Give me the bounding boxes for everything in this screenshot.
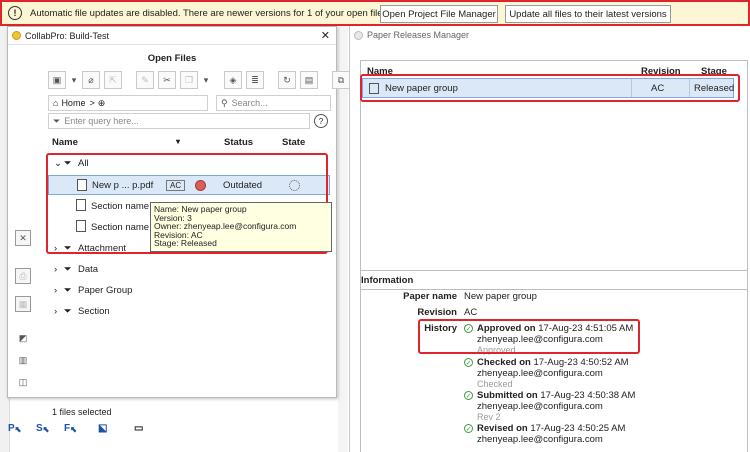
check-icon: ✓: [464, 424, 473, 433]
query-placeholder: Enter query here...: [64, 116, 139, 126]
tool-s-label: S: [36, 423, 43, 434]
tool-p-label: P: [8, 423, 15, 434]
info-exclamation-icon: !: [8, 6, 22, 20]
tree-row-paper-group[interactable]: › ⏷ Paper Group: [48, 280, 330, 300]
history-user: zhenyeap.lee@configura.com: [477, 368, 603, 379]
sort-arrow-icon[interactable]: ▾: [176, 137, 180, 146]
panel-title: Open Files: [147, 53, 197, 64]
paper-name-label: Paper name: [403, 291, 457, 302]
close-icon[interactable]: ✕: [321, 29, 330, 42]
select-area-icon[interactable]: ⬕: [98, 412, 120, 434]
app-icon: [354, 30, 363, 40]
tool-f-icon[interactable]: F ⬉: [64, 412, 86, 434]
tool-p-icon[interactable]: P ⬉: [8, 412, 30, 434]
revision-value: AC: [464, 307, 478, 318]
expand-arrow-icon[interactable]: ›: [54, 264, 57, 275]
tree-row-data[interactable]: › ⏷ Data: [48, 259, 330, 279]
expand-arrow-icon[interactable]: ›: [54, 306, 57, 317]
app-icon: [12, 31, 21, 40]
history-entry: Submitted on 17-Aug-23 4:50:38 AM: [477, 390, 636, 401]
open-project-file-manager-button[interactable]: Open Project File Manager: [380, 5, 498, 23]
history-note: Checked: [477, 379, 513, 389]
add-breadcrumb-icon[interactable]: ⊕: [98, 98, 106, 109]
book-icon[interactable]: ▥: [15, 352, 31, 368]
edit-tool-icon[interactable]: ◩: [15, 330, 31, 346]
background-app-gap: [338, 26, 348, 452]
collabpro-title: CollabPro: Build-Test: [25, 30, 110, 41]
home-icon: ⌂: [53, 98, 59, 108]
attach-icon[interactable]: ⌀: [82, 71, 100, 89]
package-icon[interactable]: ▦: [15, 296, 31, 312]
information-panel: Information Paper name New paper group R…: [360, 270, 748, 452]
information-title: Information: [361, 275, 414, 286]
search-placeholder: Search...: [231, 98, 268, 108]
tool-s-icon[interactable]: S ⬉: [36, 412, 58, 434]
paper-name-value: New paper group: [464, 291, 537, 302]
data-label: Data: [78, 263, 99, 275]
dropdown-arrow-icon[interactable]: ▾: [202, 71, 210, 89]
breadcrumb-home[interactable]: Home: [61, 98, 85, 108]
list-icon[interactable]: ≣: [246, 71, 264, 89]
document-icon[interactable]: ▤: [300, 71, 318, 89]
search-icon: ⚲: [221, 97, 228, 108]
paper-releases-manager-window: Paper Releases Manager Name Revision Sta…: [349, 26, 750, 452]
file-tooltip: Name: New paper group Version: 3 Owner: …: [150, 202, 332, 252]
query-input[interactable]: ⏷ Enter query here...: [48, 113, 310, 129]
history-note: Rev 2: [477, 412, 501, 422]
camera-icon[interactable]: ◫: [15, 374, 31, 390]
tag-icon[interactable]: ◈: [224, 71, 242, 89]
dropdown-arrow-icon[interactable]: ▾: [70, 71, 78, 89]
tree-row-section[interactable]: › ⏷ Section: [48, 301, 330, 321]
collabpro-titlebar: CollabPro: Build-Test: [8, 27, 336, 45]
highlight-box-row: [360, 74, 740, 102]
notification-bar: ! Automatic file updates are disabled. T…: [0, 0, 750, 26]
edit-icon[interactable]: ✎: [136, 71, 154, 89]
check-icon: ✓: [464, 358, 473, 367]
history-entry: Revised on 17-Aug-23 4:50:25 AM: [477, 423, 626, 434]
tooltip-stage: Stage: Released: [154, 238, 217, 249]
file-toolbar: ▣ ▾ ⌀ ⇱ ✎ ✂ ❐ ▾ ◈ ≣ ↻ ▤ ⧉: [48, 71, 350, 89]
export-icon[interactable]: ⇱: [104, 71, 122, 89]
pointer-box-icon[interactable]: ▭: [134, 412, 156, 434]
column-state[interactable]: State: [282, 137, 305, 148]
update-all-files-button[interactable]: Update all files to their latest version…: [505, 5, 671, 23]
help-icon[interactable]: ?: [314, 114, 328, 128]
prm-titlebar: Paper Releases Manager: [350, 26, 750, 44]
expand-arrow-icon[interactable]: ›: [54, 285, 57, 296]
history-entry: Checked on 17-Aug-23 4:50:52 AM: [477, 357, 629, 368]
filter-icon: ⏷: [64, 263, 72, 275]
column-status[interactable]: Status: [224, 137, 253, 148]
history-user: zhenyeap.lee@configura.com: [477, 401, 603, 412]
filter-icon: ⏷: [53, 115, 61, 126]
breadcrumb[interactable]: ⌂ Home > ⊕: [48, 95, 208, 111]
breadcrumb-separator: >: [89, 98, 95, 108]
notification-message: Automatic file updates are disabled. The…: [30, 7, 388, 19]
check-icon: ✓: [464, 391, 473, 400]
tools-icon[interactable]: ✂: [158, 71, 176, 89]
section-label: Section: [78, 305, 110, 317]
copy-icon[interactable]: ❐: [180, 71, 198, 89]
filter-icon: ⏷: [64, 305, 72, 317]
highlight-box-history: [418, 319, 640, 354]
history-icon[interactable]: ↻: [278, 71, 296, 89]
print-icon[interactable]: ⎙: [15, 268, 31, 284]
revision-label: Revision: [417, 307, 457, 318]
close-panel-icon[interactable]: ✕: [15, 230, 31, 246]
filter-icon: ⏷: [64, 284, 72, 296]
open-file-icon[interactable]: ▣: [48, 71, 66, 89]
paper-group-label: Paper Group: [78, 284, 133, 296]
duplicate-icon[interactable]: ⧉: [332, 71, 350, 89]
search-input[interactable]: ⚲ Search...: [216, 95, 331, 111]
column-name[interactable]: Name: [52, 137, 78, 148]
prm-title: Paper Releases Manager: [367, 30, 470, 40]
history-user: zhenyeap.lee@configura.com: [477, 434, 603, 445]
